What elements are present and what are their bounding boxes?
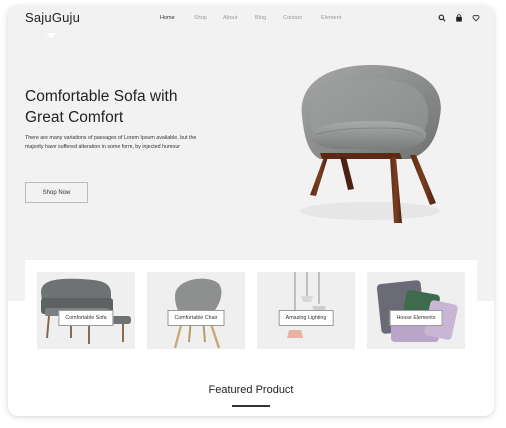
search-icon[interactable] <box>438 14 446 22</box>
nav-shop[interactable]: Shop <box>194 15 207 21</box>
category-card-sofa[interactable]: Comfortable Sofa <box>37 272 135 349</box>
featured-underline <box>232 405 270 407</box>
hero-chair-image <box>300 64 441 223</box>
site-logo[interactable]: SajuGuju <box>25 10 80 25</box>
logo-notch <box>46 33 56 38</box>
featured-product-title: Featured Product <box>208 384 294 396</box>
bag-icon[interactable] <box>455 14 463 22</box>
category-card-house-elements[interactable]: House Elements <box>367 272 465 349</box>
nav-about[interactable]: About <box>223 15 237 21</box>
nav-element[interactable]: Element <box>321 15 341 21</box>
nav-home[interactable]: Home <box>160 15 175 21</box>
category-card-chair[interactable]: Comfortable Chair <box>147 272 245 349</box>
category-strip: Comfortable Sofa Comfortable Chair Amazi… <box>25 260 477 350</box>
category-label-sofa[interactable]: Comfortable Sofa <box>58 310 114 326</box>
hero-title-line2: Great Comfort <box>25 109 124 126</box>
browser-frame: SajuGuju Home Shop About Blog Contact El… <box>8 6 494 416</box>
hero-description: There are many variations of passages of… <box>25 135 197 150</box>
category-card-lighting[interactable]: Amazing Lighting <box>257 272 355 349</box>
category-label-house-elements[interactable]: House Elements <box>389 310 443 326</box>
hero-title-line1: Comfortable Sofa with <box>25 88 178 105</box>
shop-now-button[interactable]: Shop Now <box>25 182 88 203</box>
category-label-chair[interactable]: Comfortable Chair <box>167 310 225 326</box>
hero-title: Comfortable Sofa with Great Comfort <box>25 86 235 128</box>
category-label-lighting[interactable]: Amazing Lighting <box>278 310 334 326</box>
heart-icon[interactable] <box>472 14 480 22</box>
nav-blog[interactable]: Blog <box>255 15 266 21</box>
nav-contact[interactable]: Contact <box>283 15 302 21</box>
